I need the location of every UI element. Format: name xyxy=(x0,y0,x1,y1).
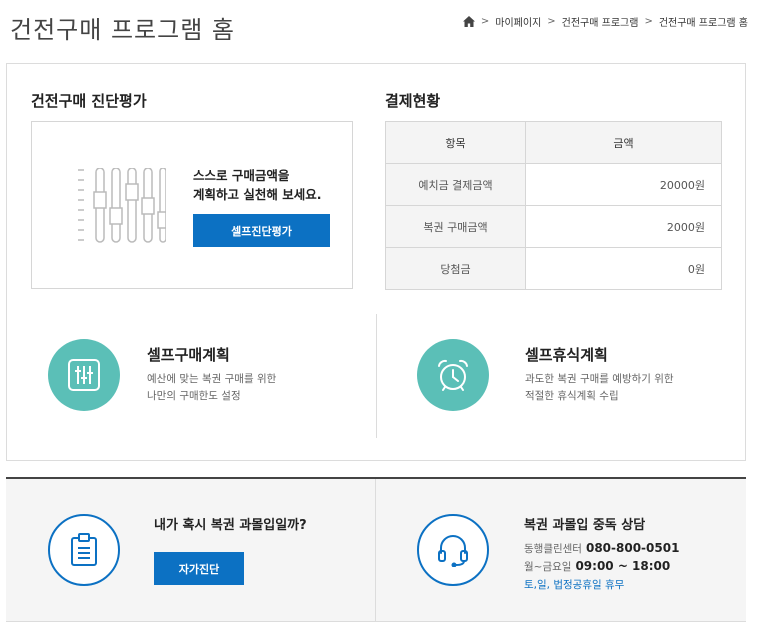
self-purchase-plan-desc: 예산에 맞는 복권 구매를 위한 나만의 구매한도 설정 xyxy=(147,371,276,405)
breadcrumb-separator: > xyxy=(480,16,490,27)
self-purchase-plan-link[interactable] xyxy=(48,339,120,411)
row-label: 예치금 결제금액 xyxy=(385,163,526,206)
breadcrumb-item-current: 건전구매 프로그램 홈 xyxy=(658,18,748,29)
consult-phone-line: 동행클린센터 080-800-0501 xyxy=(524,541,679,556)
self-rest-plan-desc: 과도한 복권 구매를 예방하기 위한 적절한 휴식계획 수립 xyxy=(525,371,674,405)
equalizer-icon xyxy=(68,359,100,391)
consult-center-label: 동행클린센터 xyxy=(524,543,582,555)
self-purchase-plan-title[interactable]: 셀프구매계획 xyxy=(147,344,230,365)
self-rest-plan-title[interactable]: 셀프휴식계획 xyxy=(525,344,608,365)
self-purchase-desc-line1: 예산에 맞는 복권 구매를 위한 xyxy=(147,373,277,385)
sliders-icon xyxy=(78,168,166,243)
addiction-check-title: 내가 혹시 복권 과몰입일까? xyxy=(154,518,307,533)
breadcrumb-item-program[interactable]: 건전구매 프로그램 xyxy=(562,14,639,29)
clipboard-icon-circle xyxy=(48,514,120,586)
diagnosis-title: 건전구매 진단평가 xyxy=(31,92,147,110)
payment-table: 항목 금액 예치금 결제금액 20000원 복권 구매금액 2000원 당첨금 … xyxy=(385,121,722,290)
row-value: 2000원 xyxy=(525,205,722,248)
consult-hours-line: 월~금요일 09:00 ~ 18:00 xyxy=(524,559,670,574)
self-rest-desc-line1: 과도한 복권 구매를 예방하기 위한 xyxy=(525,373,674,385)
self-diagnosis-button[interactable]: 셀프진단평가 xyxy=(193,214,330,247)
consult-hours-label: 월~금요일 xyxy=(524,561,572,573)
consult-hours: 09:00 ~ 18:00 xyxy=(575,559,671,573)
diagnosis-text-line2: 계획하고 실천해 보세요. xyxy=(193,187,322,202)
diagnosis-text-line1: 스스로 구매금액을 xyxy=(193,168,290,183)
diagnosis-box: 스스로 구매금액을 계획하고 실천해 보세요. 셀프진단평가 xyxy=(31,121,353,289)
consult-phone[interactable]: 080-800-0501 xyxy=(586,541,679,555)
column-header-item: 항목 xyxy=(385,121,526,164)
table-row: 당첨금 0원 xyxy=(385,247,722,290)
breadcrumb-item-mypage[interactable]: 마이페이지 xyxy=(495,14,541,29)
headset-icon xyxy=(438,535,468,567)
payment-title: 결제현황 xyxy=(385,92,441,110)
help-section: 내가 혹시 복권 과몰입일까? 자가진단 복권 과몰입 중독 상담 동행클린센터… xyxy=(6,477,746,622)
self-rest-desc-line2: 적절한 휴식계획 수립 xyxy=(525,390,619,402)
consult-title: 복권 과몰입 중독 상담 xyxy=(524,518,646,533)
consult-holiday-note: 토,일, 법정공휴일 휴무 xyxy=(524,579,625,591)
main-panel: 건전구매 진단평가 스스로 구매금액을 계획하고 실천해 보세요. 셀프진단평가… xyxy=(6,63,746,461)
headset-icon-circle xyxy=(417,514,489,586)
breadcrumb-separator: > xyxy=(644,16,653,27)
clipboard-icon xyxy=(71,533,97,566)
self-purchase-desc-line2: 나만의 구매한도 설정 xyxy=(147,390,241,402)
self-rest-plan-link[interactable] xyxy=(417,339,489,411)
row-value: 0원 xyxy=(525,247,722,290)
home-icon[interactable] xyxy=(462,16,475,27)
page-title: 건전구매 프로그램 홈 xyxy=(10,16,235,44)
section-divider xyxy=(375,479,376,622)
breadcrumb-separator: > xyxy=(547,16,556,27)
table-header-row: 항목 금액 xyxy=(385,121,722,164)
row-label: 당첨금 xyxy=(385,247,526,290)
row-label: 복권 구매금액 xyxy=(385,205,526,248)
column-header-amount: 금액 xyxy=(525,121,722,164)
table-row: 복권 구매금액 2000원 xyxy=(385,205,722,248)
self-check-button[interactable]: 자가진단 xyxy=(154,552,244,585)
row-value: 20000원 xyxy=(525,163,722,206)
section-divider xyxy=(376,314,377,438)
breadcrumb: > 마이페이지 > 건전구매 프로그램 > 건전구매 프로그램 홈 xyxy=(462,14,748,29)
diagnosis-text: 스스로 구매금액을 계획하고 실천해 보세요. xyxy=(193,166,321,204)
table-row: 예치금 결제금액 20000원 xyxy=(385,163,722,206)
alarm-clock-icon xyxy=(438,359,468,391)
